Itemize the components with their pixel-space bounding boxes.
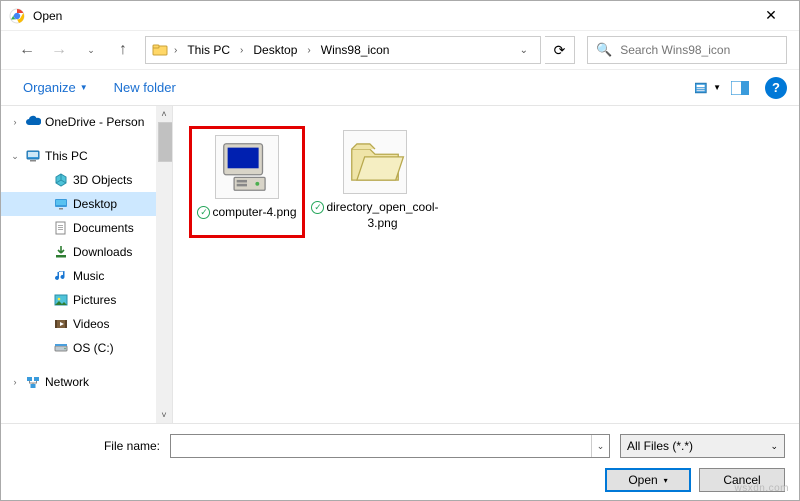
tree-item-label: Downloads bbox=[73, 245, 132, 259]
filename-label: File name: bbox=[15, 439, 160, 453]
sync-check-icon: ✓ bbox=[197, 206, 210, 219]
tree-item-label: Videos bbox=[73, 317, 109, 331]
search-input[interactable] bbox=[618, 42, 778, 58]
tree-item-label: OS (C:) bbox=[73, 341, 114, 355]
chevron-down-icon: ⌄ bbox=[770, 441, 778, 452]
split-arrow-icon: ▾ bbox=[664, 476, 668, 485]
music-icon bbox=[53, 268, 69, 284]
address-bar[interactable]: › This PC › Desktop › Wins98_icon ⌄ bbox=[145, 36, 541, 64]
expand-icon[interactable]: › bbox=[9, 117, 21, 127]
open-button[interactable]: Open▾ bbox=[605, 468, 691, 492]
up-button[interactable]: ↑ bbox=[109, 36, 137, 64]
address-dropdown[interactable]: ⌄ bbox=[514, 45, 534, 56]
downloads-icon bbox=[53, 244, 69, 260]
chevron-right-icon[interactable]: › bbox=[305, 45, 312, 56]
toolbar: Organize▼ New folder ▼ ? bbox=[1, 69, 799, 105]
dialog-body: › OneDrive - Person ⌄ This PC 3D Objects Desk… bbox=[1, 105, 799, 423]
tree-item-videos[interactable]: Videos bbox=[1, 312, 172, 336]
tree-item-downloads[interactable]: Downloads bbox=[1, 240, 172, 264]
tree-item-label: Pictures bbox=[73, 293, 116, 307]
recent-dropdown[interactable]: ⌄ bbox=[77, 36, 105, 64]
search-icon: 🔍 bbox=[596, 42, 612, 58]
refresh-button[interactable]: ⟳ bbox=[545, 36, 575, 64]
back-button[interactable]: ← bbox=[13, 36, 41, 64]
scrollbar[interactable]: ˄˅ bbox=[156, 106, 172, 423]
file-name: ✓computer-4.png bbox=[197, 205, 296, 221]
scroll-thumb[interactable] bbox=[158, 122, 173, 162]
file-list[interactable]: ✓computer-4.png ✓directory_open_cool-3.pn… bbox=[173, 106, 799, 423]
crumb-desktop[interactable]: Desktop bbox=[249, 41, 301, 59]
window-title: Open bbox=[33, 9, 751, 23]
cancel-button[interactable]: Cancel bbox=[699, 468, 785, 492]
tree-item-label: This PC bbox=[45, 149, 88, 163]
file-item[interactable]: ✓computer-4.png bbox=[189, 126, 305, 238]
sync-check-icon: ✓ bbox=[311, 201, 324, 214]
tree-item-music[interactable]: Music bbox=[1, 264, 172, 288]
videos-icon bbox=[53, 316, 69, 332]
tree-item-label: Network bbox=[45, 375, 89, 389]
tree-item-label: 3D Objects bbox=[73, 173, 132, 187]
filetype-filter[interactable]: All Files (*.*) ⌄ bbox=[620, 434, 785, 458]
chevron-right-icon[interactable]: › bbox=[238, 45, 245, 56]
tree-item-3d[interactable]: 3D Objects bbox=[1, 168, 172, 192]
tree-item-label: OneDrive - Person bbox=[45, 115, 144, 129]
tree-item-label: Desktop bbox=[73, 197, 117, 211]
filename-combo[interactable]: ⌄ bbox=[170, 434, 610, 458]
new-folder-button[interactable]: New folder bbox=[104, 76, 186, 99]
folder-icon bbox=[152, 42, 168, 58]
navigation-tree[interactable]: › OneDrive - Person ⌄ This PC 3D Objects Desk… bbox=[1, 106, 173, 423]
tree-item-drive[interactable]: OS (C:) bbox=[1, 336, 172, 360]
tree-item-network[interactable]: › Network bbox=[1, 370, 172, 394]
file-thumbnail bbox=[343, 130, 407, 194]
crumb-this-pc[interactable]: This PC bbox=[183, 41, 234, 59]
drive-icon bbox=[53, 340, 69, 356]
file-thumbnail bbox=[215, 135, 279, 199]
tree-item-pictures[interactable]: Pictures bbox=[1, 288, 172, 312]
3d-icon bbox=[53, 172, 69, 188]
pictures-icon bbox=[53, 292, 69, 308]
preview-pane-button[interactable] bbox=[727, 77, 753, 99]
chevron-down-icon: ▼ bbox=[80, 83, 88, 92]
forward-button[interactable]: → bbox=[45, 36, 73, 64]
bottom-panel: File name: ⌄ All Files (*.*) ⌄ Open▾ Can… bbox=[1, 423, 799, 500]
file-item[interactable]: ✓directory_open_cool-3.png bbox=[317, 126, 433, 235]
tree-item-onedrive[interactable]: › OneDrive - Person bbox=[1, 110, 172, 134]
filename-dropdown[interactable]: ⌄ bbox=[591, 435, 609, 457]
pc-icon bbox=[25, 148, 41, 164]
scroll-down[interactable]: ˅ bbox=[156, 407, 172, 423]
file-name: ✓directory_open_cool-3.png bbox=[311, 200, 438, 231]
filename-input[interactable] bbox=[171, 439, 591, 453]
onedrive-icon bbox=[25, 114, 41, 130]
expand-icon[interactable]: ⌄ bbox=[9, 151, 21, 162]
network-icon bbox=[25, 374, 41, 390]
tree-item-pc[interactable]: ⌄ This PC bbox=[1, 144, 172, 168]
documents-icon bbox=[53, 220, 69, 236]
tree-item-label: Music bbox=[73, 269, 104, 283]
expand-icon[interactable]: › bbox=[9, 377, 21, 387]
tree-item-documents[interactable]: Documents bbox=[1, 216, 172, 240]
close-button[interactable]: ✕ bbox=[751, 2, 791, 30]
desktop-icon bbox=[53, 196, 69, 212]
search-box[interactable]: 🔍 bbox=[587, 36, 787, 64]
organize-button[interactable]: Organize▼ bbox=[13, 76, 98, 99]
crumb-folder[interactable]: Wins98_icon bbox=[317, 41, 394, 59]
navbar: ← → ⌄ ↑ › This PC › Desktop › Wins98_ico… bbox=[1, 31, 799, 69]
tree-item-label: Documents bbox=[73, 221, 134, 235]
chrome-icon bbox=[9, 8, 25, 24]
chevron-right-icon[interactable]: › bbox=[172, 45, 179, 56]
help-button[interactable]: ? bbox=[765, 77, 787, 99]
view-options-button[interactable]: ▼ bbox=[695, 77, 721, 99]
scroll-up[interactable]: ˄ bbox=[156, 106, 172, 122]
open-dialog: Open ✕ ← → ⌄ ↑ › This PC › Desktop › Win… bbox=[0, 0, 800, 501]
tree-item-desktop[interactable]: Desktop bbox=[1, 192, 172, 216]
titlebar: Open ✕ bbox=[1, 1, 799, 31]
